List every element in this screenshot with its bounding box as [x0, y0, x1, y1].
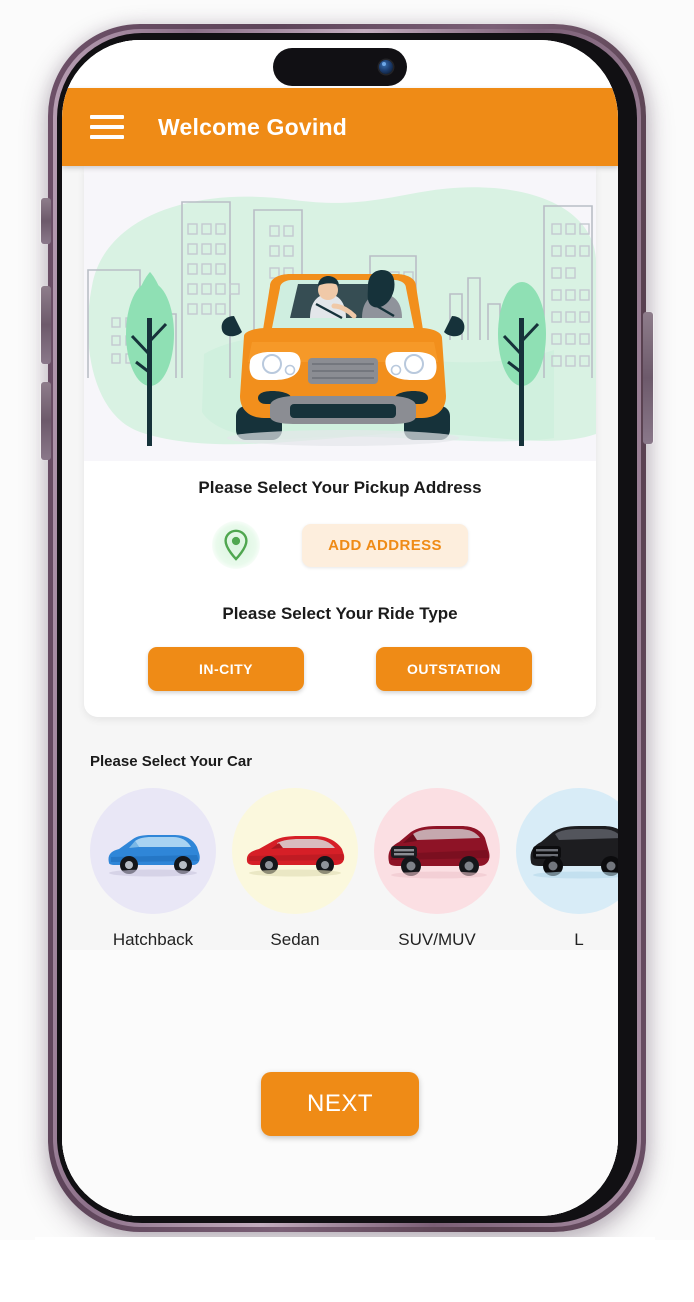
car-select-title: Please Select Your Car [90, 753, 253, 771]
ride-type-in-city-button[interactable]: IN-CITY [148, 647, 304, 692]
phone-power-button[interactable] [643, 312, 653, 444]
add-address-button[interactable]: ADD ADDRESS [302, 523, 468, 567]
below-device-panel [35, 1237, 655, 1302]
car-option-suv-muv[interactable]: SUV/MUV [374, 788, 500, 950]
ride-type-title: Please Select Your Ride Type [222, 604, 458, 624]
location-pin-icon[interactable] [212, 521, 261, 570]
car-select-section: Please Select Your Car Hatchback Sedan S… [62, 717, 618, 950]
content-spacer [62, 950, 618, 1072]
phone-volume-up-button[interactable] [41, 286, 51, 364]
car-option-hatchback[interactable]: Hatchback [90, 788, 216, 950]
car-option-label: Sedan [270, 930, 320, 950]
phone-silence-switch[interactable] [41, 198, 51, 244]
sedan-car-icon [246, 836, 345, 877]
bottom-padding [62, 1192, 618, 1216]
phone-volume-down-button[interactable] [41, 382, 51, 460]
luxury-car-icon [530, 826, 618, 879]
car-option-label: Hatchback [112, 930, 194, 950]
booking-card-body: Please Select Your Pickup Address ADD AD… [84, 461, 596, 718]
dynamic-island [273, 48, 407, 86]
car-thumb-suv-muv [374, 788, 500, 915]
hatchback-car-icon [108, 835, 200, 877]
ride-type-row: IN-CITY OUTSTATION [84, 647, 596, 692]
car-option-partially-visible[interactable]: L [516, 788, 618, 950]
hero-illustration [84, 166, 596, 461]
car-thumb-hatchback [90, 788, 216, 915]
pickup-address-title: Please Select Your Pickup Address [198, 478, 482, 497]
front-camera-icon [379, 60, 393, 74]
suv-muv-car-icon [388, 826, 490, 879]
phone-screen: Welcome Govind Please Select Your Pickup… [62, 40, 618, 1216]
hamburger-menu-icon[interactable] [90, 115, 124, 139]
hero-illustration-svg [84, 166, 596, 461]
car-thumb-partially-visible [516, 788, 618, 915]
car-option-label: L [574, 930, 584, 950]
footer-action-bar: NEXT [62, 1072, 618, 1192]
car-option-label: SUV/MUV [398, 930, 476, 950]
car-option-sedan[interactable]: Sedan [232, 788, 358, 950]
booking-card: Please Select Your Pickup Address ADD AD… [84, 166, 596, 718]
ride-type-outstation-button[interactable]: OUTSTATION [376, 647, 532, 692]
car-select-carousel[interactable]: Hatchback Sedan SUV/MUV L [62, 788, 618, 950]
car-thumb-sedan [232, 788, 358, 915]
pickup-address-row: ADD ADDRESS [84, 521, 596, 570]
scroll-area[interactable]: Please Select Your Pickup Address ADD AD… [62, 166, 618, 1216]
app-root: Welcome Govind Please Select Your Pickup… [62, 40, 618, 1216]
app-bar: Welcome Govind [62, 88, 618, 166]
page-title: Welcome Govind [158, 113, 347, 140]
next-button[interactable]: NEXT [261, 1072, 419, 1136]
